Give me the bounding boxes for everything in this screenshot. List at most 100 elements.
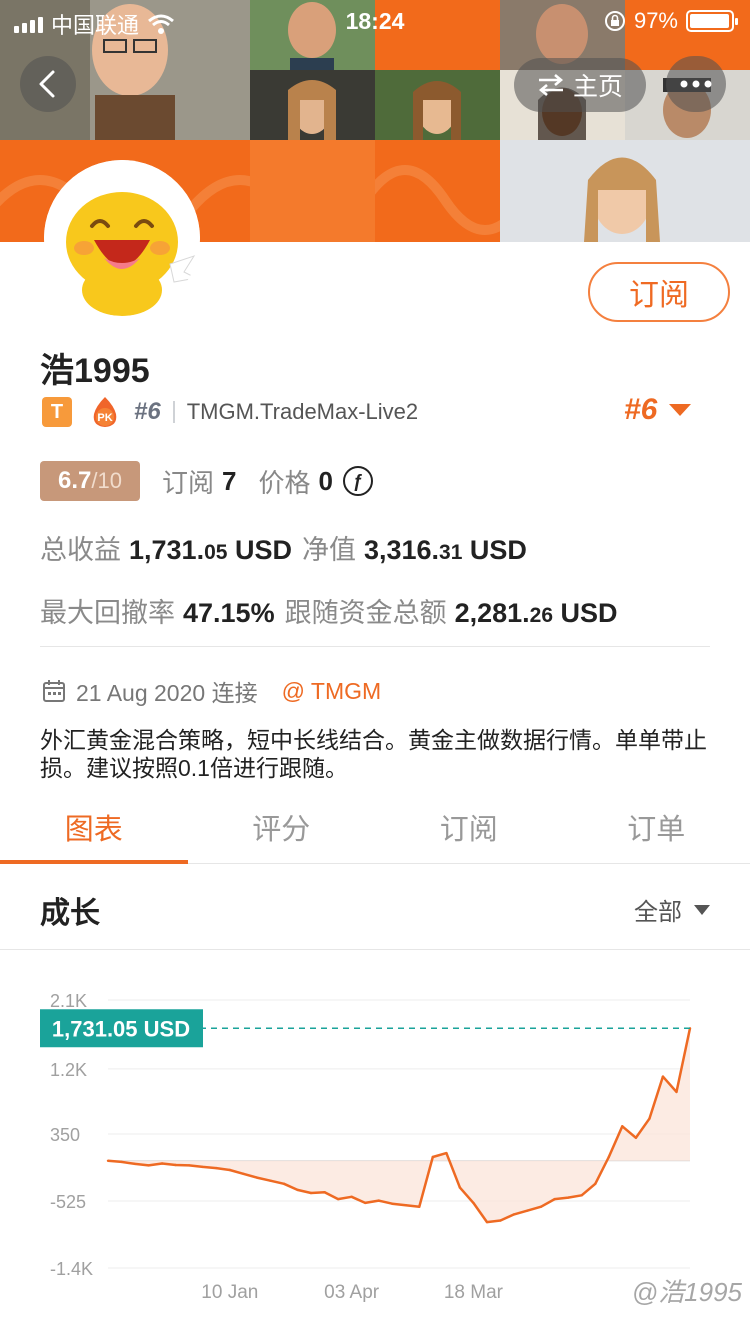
banner-tile bbox=[375, 140, 500, 242]
x-tick-label: 03 Apr bbox=[324, 1282, 380, 1303]
tab-3[interactable]: 订单 bbox=[563, 790, 750, 863]
tab-2[interactable]: 订阅 bbox=[375, 790, 563, 863]
growth-section-header: 成长 全部 bbox=[0, 864, 750, 950]
chevron-left-icon bbox=[39, 70, 55, 98]
data-point bbox=[133, 1162, 137, 1166]
data-point bbox=[621, 1125, 624, 1128]
strategy-description: 外汇黄金混合策略，短中长线结合。黄金主做数据行情。单单带止损。建议按照0.1倍进… bbox=[40, 727, 707, 781]
data-point bbox=[364, 1201, 367, 1205]
subscribe-count: 7 bbox=[222, 465, 237, 496]
pk-label: PK bbox=[97, 412, 112, 424]
x-tick-label: 10 Jan bbox=[201, 1282, 258, 1303]
pk-flame-icon[interactable]: PK bbox=[90, 396, 120, 428]
y-tick-label: 1.2K bbox=[50, 1060, 87, 1080]
range-dropdown[interactable]: 全部 bbox=[634, 892, 710, 927]
y-tick-label: -1.4K bbox=[50, 1259, 93, 1279]
data-point bbox=[634, 1136, 638, 1139]
data-point bbox=[242, 1172, 245, 1175]
data-point bbox=[391, 1202, 394, 1205]
avatar[interactable] bbox=[44, 160, 200, 316]
qq-mascot-avatar-icon bbox=[44, 160, 200, 316]
caret-down-icon bbox=[669, 404, 692, 416]
profit-equity-row: 总收益 1,731.05 USD 净值 3,316.31 USD bbox=[40, 528, 537, 567]
data-point bbox=[458, 1186, 462, 1189]
home-button-label: 主页 bbox=[572, 73, 623, 101]
subscribe-button[interactable]: 订阅 bbox=[588, 262, 730, 322]
join-info-row: 21 Aug 2020 连接 @ TMGM bbox=[42, 674, 381, 708]
data-point bbox=[499, 1219, 502, 1222]
data-point bbox=[485, 1220, 489, 1224]
follow-funds-label: 跟随资金总额 bbox=[284, 598, 447, 628]
pattern-icon bbox=[375, 165, 500, 235]
banner-photo-5 bbox=[375, 70, 500, 140]
data-point bbox=[160, 1162, 164, 1165]
data-point bbox=[309, 1191, 313, 1195]
status-bar: 中国联通 18:24 97% bbox=[0, 0, 750, 40]
broker-link[interactable]: @ TMGM bbox=[282, 678, 382, 705]
data-point bbox=[418, 1205, 421, 1208]
divider bbox=[40, 646, 710, 647]
section-title: 成长 bbox=[40, 897, 100, 930]
calendar-icon bbox=[43, 680, 65, 702]
drawdown-label: 最大回撤率 bbox=[40, 598, 175, 628]
data-point bbox=[553, 1197, 556, 1201]
tab-1[interactable]: 评分 bbox=[188, 790, 376, 863]
more-button[interactable] bbox=[666, 56, 726, 112]
person-photo-icon bbox=[584, 157, 660, 242]
battery-percent: 97% bbox=[633, 8, 678, 33]
data-point bbox=[675, 1090, 678, 1094]
battery-icon bbox=[686, 10, 738, 32]
battery-fill bbox=[690, 14, 729, 28]
rank-dropdown[interactable]: #6 bbox=[624, 393, 692, 427]
data-point bbox=[269, 1179, 272, 1182]
server-name: TMGM.TradeMax-Live2 bbox=[186, 399, 419, 424]
level-badge: T bbox=[42, 397, 72, 427]
swap-icon bbox=[538, 74, 564, 96]
banner-tile bbox=[500, 140, 750, 242]
data-point bbox=[350, 1195, 353, 1198]
data-point bbox=[188, 1164, 191, 1167]
data-point bbox=[296, 1188, 299, 1192]
watermark: @浩1995 bbox=[631, 1277, 742, 1307]
banner-tile bbox=[250, 140, 375, 242]
data-point bbox=[648, 1117, 651, 1120]
join-date: 21 Aug 2020 连接 bbox=[76, 680, 258, 706]
home-button[interactable]: 主页 bbox=[514, 58, 646, 112]
equity-value: 3,316.31 USD bbox=[363, 535, 527, 565]
data-point bbox=[215, 1166, 218, 1170]
data-point bbox=[567, 1196, 570, 1199]
coin-icon: ƒ bbox=[342, 466, 373, 496]
price-label: 价格 bbox=[258, 467, 311, 498]
data-point bbox=[147, 1164, 150, 1167]
data-point bbox=[512, 1213, 516, 1216]
score-row: 6.7/10 订阅 7 价格 0 ƒ bbox=[40, 461, 373, 501]
tab-0[interactable]: 图表 bbox=[0, 790, 188, 864]
data-point bbox=[472, 1201, 475, 1205]
tab-bar: 图表 评分 订阅 订单 bbox=[0, 790, 750, 864]
flame-icon: PK bbox=[93, 397, 117, 427]
data-point bbox=[404, 1204, 407, 1207]
series-area bbox=[108, 1028, 690, 1223]
data-point bbox=[661, 1075, 665, 1078]
subscribe-count-label: 订阅 bbox=[162, 467, 215, 498]
drawdown-value: 47.15% bbox=[183, 598, 275, 628]
data-point bbox=[594, 1182, 597, 1185]
current-value-label: 1,731.05 USD bbox=[52, 1016, 190, 1041]
more-dots-icon bbox=[680, 80, 712, 88]
username: 浩1995 bbox=[40, 352, 150, 390]
status-right: 97% bbox=[604, 8, 738, 34]
data-point bbox=[282, 1182, 286, 1185]
data-point bbox=[201, 1165, 204, 1169]
x-tick-label: 18 Mar bbox=[444, 1282, 504, 1303]
equity-label: 净值 bbox=[301, 535, 356, 565]
badge-row: T PK #6 TMGM.TradeMax-Live2 bbox=[42, 395, 418, 429]
rating-badge: 6.7/10 bbox=[40, 461, 140, 501]
rotation-lock-icon bbox=[604, 11, 625, 31]
total-profit-value: 1,731.05 USD bbox=[129, 535, 292, 565]
data-point bbox=[580, 1194, 583, 1197]
range-dropdown-label: 全部 bbox=[634, 899, 682, 926]
data-point bbox=[106, 1159, 110, 1162]
total-profit-label: 总收益 bbox=[40, 535, 121, 565]
data-point bbox=[228, 1168, 231, 1172]
back-button[interactable] bbox=[20, 56, 76, 112]
